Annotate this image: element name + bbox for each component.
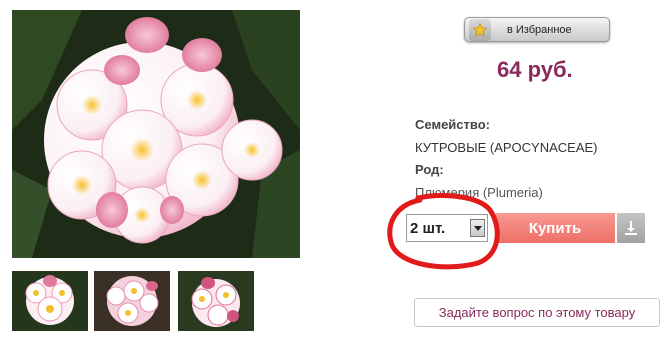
family-value: КУТРОВЫЕ (APOCYNACEAE) xyxy=(415,140,598,155)
family-label: Семейство: xyxy=(415,117,490,132)
star-icon xyxy=(469,18,491,41)
thumbnail-2[interactable] xyxy=(94,271,170,331)
main-product-photo[interactable] xyxy=(12,10,300,258)
quantity-select[interactable]: 2 шт. xyxy=(406,214,488,242)
add-to-favorites-button[interactable]: в Избранное xyxy=(464,17,610,42)
genus-label: Род: xyxy=(415,162,444,177)
product-price: 64 руб. xyxy=(497,57,573,82)
thumbnail-1[interactable] xyxy=(12,271,88,331)
chevron-down-icon[interactable] xyxy=(470,219,485,237)
buy-button[interactable]: Купить xyxy=(495,213,615,243)
ask-question-button[interactable]: Задайте вопрос по этому товару xyxy=(414,298,660,327)
genus-value: Плюмерия (Plumeria) xyxy=(415,185,543,200)
quantity-value: 2 шт. xyxy=(410,219,446,237)
download-icon[interactable] xyxy=(617,213,645,243)
thumbnail-3[interactable] xyxy=(178,271,254,331)
favorites-label: в Избранное xyxy=(507,23,572,36)
